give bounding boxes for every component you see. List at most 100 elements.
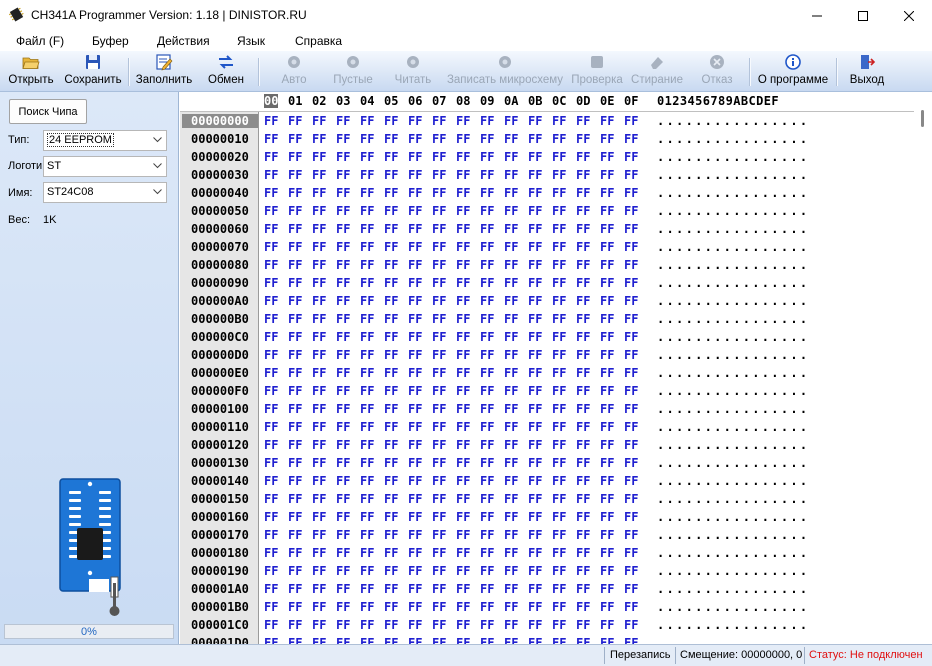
hex-byte[interactable]: FF <box>288 132 302 146</box>
hex-byte[interactable]: FF <box>552 150 566 164</box>
hex-byte[interactable]: FF <box>264 204 278 218</box>
hex-byte[interactable]: FF <box>504 636 518 644</box>
hex-byte[interactable]: FF <box>288 636 302 644</box>
hex-byte[interactable]: FF <box>336 114 350 128</box>
ascii-row[interactable]: ................ <box>657 528 809 542</box>
hex-byte[interactable]: FF <box>408 258 422 272</box>
hex-byte[interactable]: FF <box>624 240 638 254</box>
hex-byte[interactable]: FF <box>624 564 638 578</box>
exchange-button[interactable]: Обмен <box>200 51 252 91</box>
hex-byte[interactable]: FF <box>624 384 638 398</box>
hex-byte[interactable]: FF <box>408 276 422 290</box>
hex-byte[interactable]: FF <box>384 258 398 272</box>
hex-byte[interactable]: FF <box>528 510 542 524</box>
hex-byte[interactable]: FF <box>528 474 542 488</box>
hex-byte[interactable]: FF <box>600 150 614 164</box>
hex-byte[interactable]: FF <box>528 366 542 380</box>
hex-byte[interactable]: FF <box>528 312 542 326</box>
hex-byte[interactable]: FF <box>480 420 494 434</box>
scrollbar-thumb[interactable] <box>921 110 924 127</box>
ascii-row[interactable]: ................ <box>657 474 809 488</box>
hex-byte[interactable]: FF <box>576 582 590 596</box>
verify-button[interactable]: Проверка <box>570 51 624 91</box>
hex-byte[interactable]: FF <box>504 582 518 596</box>
hex-byte[interactable]: FF <box>264 600 278 614</box>
hex-byte[interactable]: FF <box>432 492 446 506</box>
hex-byte[interactable]: FF <box>264 420 278 434</box>
hex-byte[interactable]: FF <box>312 222 326 236</box>
hex-byte[interactable]: FF <box>600 294 614 308</box>
hex-byte[interactable]: FF <box>576 258 590 272</box>
hex-byte[interactable]: FF <box>312 132 326 146</box>
hex-byte[interactable]: FF <box>432 258 446 272</box>
hex-byte[interactable]: FF <box>624 582 638 596</box>
hex-byte[interactable]: FF <box>384 510 398 524</box>
hex-byte[interactable]: FF <box>408 204 422 218</box>
hex-byte[interactable]: FF <box>528 204 542 218</box>
hex-byte[interactable]: FF <box>576 510 590 524</box>
hex-byte[interactable]: FF <box>264 294 278 308</box>
hex-byte[interactable]: FF <box>624 618 638 632</box>
hex-byte[interactable]: FF <box>480 312 494 326</box>
hex-byte[interactable]: FF <box>432 618 446 632</box>
hex-byte[interactable]: FF <box>288 150 302 164</box>
hex-byte[interactable]: FF <box>576 438 590 452</box>
hex-byte[interactable]: FF <box>264 474 278 488</box>
hex-byte[interactable]: FF <box>408 600 422 614</box>
hex-byte[interactable]: FF <box>504 222 518 236</box>
hex-byte[interactable]: FF <box>432 456 446 470</box>
hex-byte[interactable]: FF <box>264 618 278 632</box>
hex-byte[interactable]: FF <box>264 564 278 578</box>
hex-byte[interactable]: FF <box>600 492 614 506</box>
hex-byte[interactable]: FF <box>312 510 326 524</box>
hex-byte[interactable]: FF <box>432 438 446 452</box>
hex-byte[interactable]: FF <box>576 528 590 542</box>
hex-byte[interactable]: FF <box>384 186 398 200</box>
hex-byte[interactable]: FF <box>480 582 494 596</box>
hex-byte[interactable]: FF <box>288 294 302 308</box>
hex-byte[interactable]: FF <box>480 294 494 308</box>
hex-byte[interactable]: FF <box>504 384 518 398</box>
hex-byte[interactable]: FF <box>312 294 326 308</box>
hex-byte[interactable]: FF <box>408 240 422 254</box>
hex-byte[interactable]: FF <box>528 618 542 632</box>
hex-byte[interactable]: FF <box>528 600 542 614</box>
hex-byte[interactable]: FF <box>312 420 326 434</box>
hex-byte[interactable]: FF <box>336 204 350 218</box>
hex-byte[interactable]: FF <box>432 150 446 164</box>
hex-byte[interactable]: FF <box>504 564 518 578</box>
hex-byte[interactable]: FF <box>504 402 518 416</box>
hex-byte[interactable]: FF <box>432 330 446 344</box>
hex-byte[interactable]: FF <box>432 420 446 434</box>
hex-byte[interactable]: FF <box>456 186 470 200</box>
hex-byte[interactable]: FF <box>432 510 446 524</box>
menu-language[interactable]: Язык <box>237 34 265 48</box>
hex-byte[interactable]: FF <box>384 276 398 290</box>
hex-byte[interactable]: FF <box>456 636 470 644</box>
hex-byte[interactable]: FF <box>432 366 446 380</box>
hex-byte[interactable]: FF <box>360 114 374 128</box>
hex-byte[interactable]: FF <box>360 312 374 326</box>
hex-byte[interactable]: FF <box>384 348 398 362</box>
hex-byte[interactable]: FF <box>576 546 590 560</box>
hex-byte[interactable]: FF <box>456 600 470 614</box>
ascii-row[interactable]: ................ <box>657 384 809 398</box>
hex-byte[interactable]: FF <box>360 474 374 488</box>
hex-byte[interactable]: FF <box>384 618 398 632</box>
hex-byte[interactable]: FF <box>600 564 614 578</box>
hex-byte[interactable]: FF <box>288 114 302 128</box>
ascii-row[interactable]: ................ <box>657 132 809 146</box>
hex-byte[interactable]: FF <box>456 528 470 542</box>
hex-byte[interactable]: FF <box>336 492 350 506</box>
erase-button[interactable]: Стирание <box>630 51 684 91</box>
hex-byte[interactable]: FF <box>480 438 494 452</box>
hex-byte[interactable]: FF <box>456 618 470 632</box>
hex-byte[interactable]: FF <box>576 150 590 164</box>
hex-byte[interactable]: FF <box>480 474 494 488</box>
about-button[interactable]: О программе <box>756 51 830 91</box>
hex-byte[interactable]: FF <box>288 528 302 542</box>
hex-byte[interactable]: FF <box>552 258 566 272</box>
hex-byte[interactable]: FF <box>336 438 350 452</box>
hex-byte[interactable]: FF <box>624 150 638 164</box>
hex-byte[interactable]: FF <box>480 258 494 272</box>
